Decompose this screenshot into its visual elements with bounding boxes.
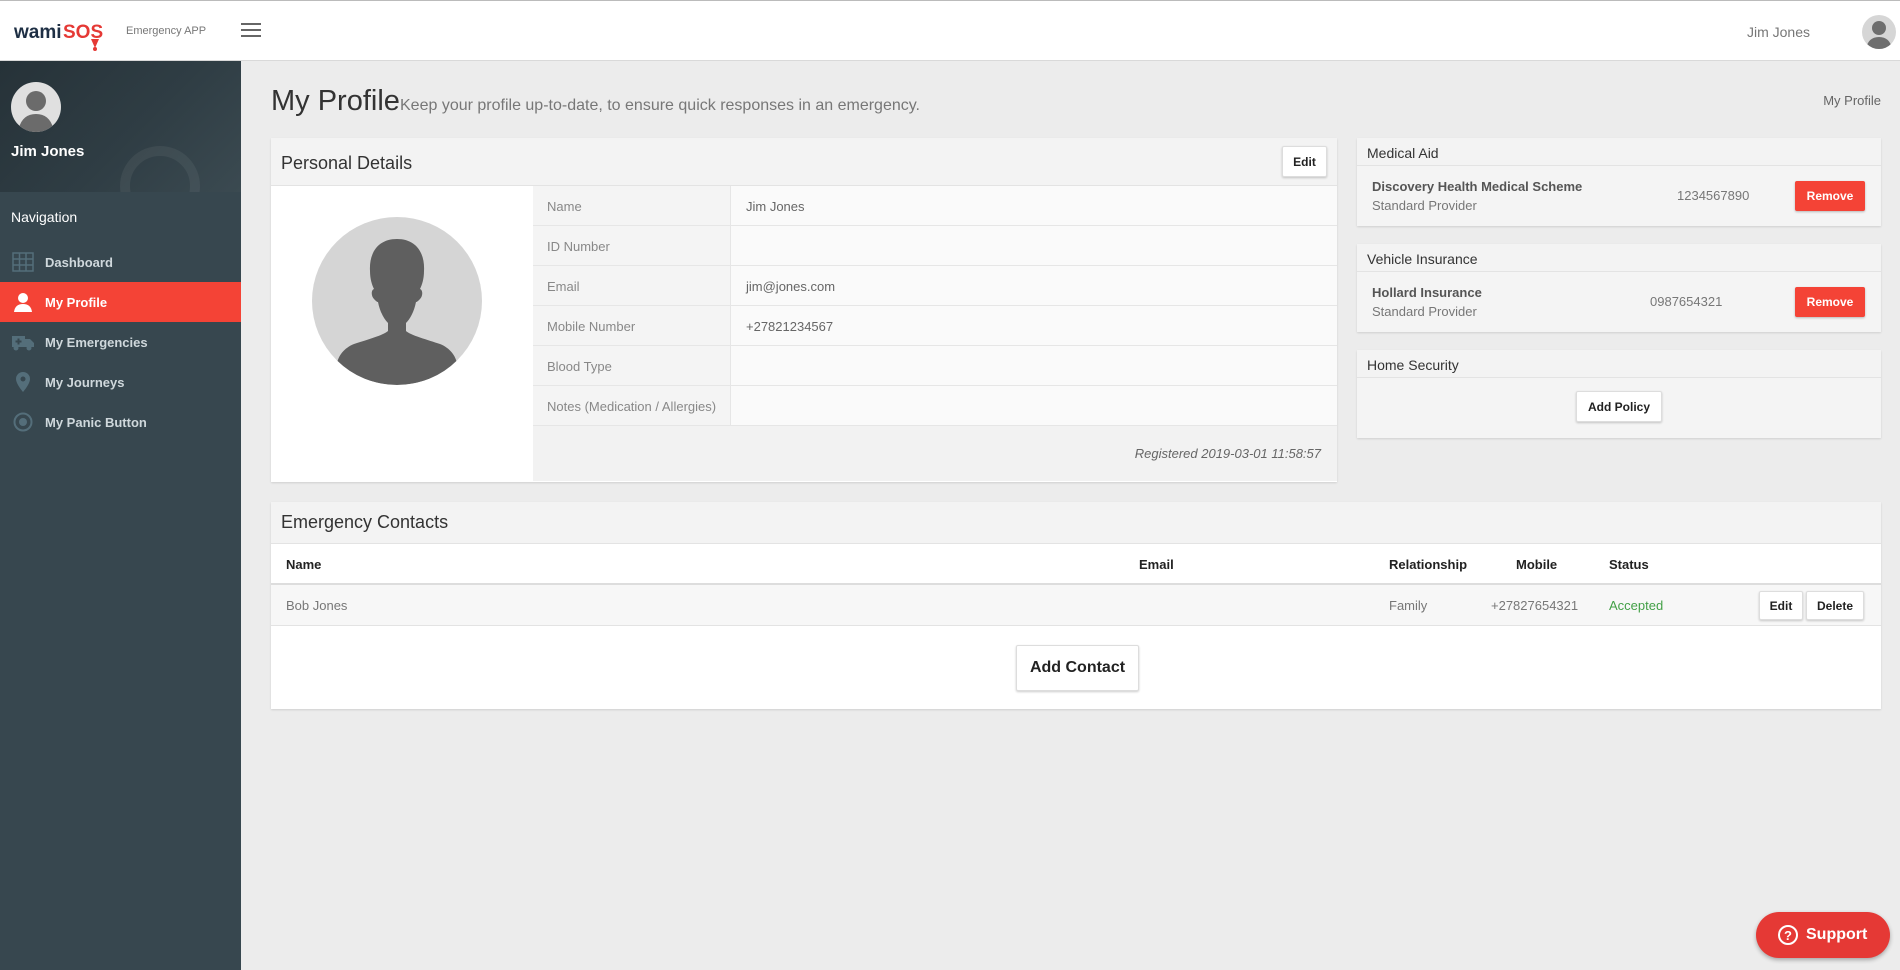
- detail-label: Blood Type: [533, 346, 731, 385]
- detail-row-email: Email jim@jones.com: [533, 266, 1337, 306]
- sidebar-item-label: My Emergencies: [45, 334, 148, 350]
- detail-value: [731, 346, 1337, 385]
- medical-aid-header: Medical Aid: [1357, 138, 1881, 166]
- policy-provider: Standard Provider: [1372, 304, 1477, 319]
- edit-profile-button[interactable]: Edit: [1282, 146, 1327, 177]
- support-label: Support: [1806, 926, 1868, 943]
- detail-row-id-number: ID Number: [533, 226, 1337, 266]
- svg-text:wami: wami: [14, 22, 62, 43]
- sidebar-user-name: Jim Jones: [11, 143, 85, 160]
- sidebar-item-label: My Panic Button: [45, 414, 147, 430]
- detail-row-blood-type: Blood Type: [533, 346, 1337, 386]
- vehicle-insurance-card: Vehicle Insurance Hollard Insurance Stan…: [1357, 244, 1881, 332]
- policy-provider: Standard Provider: [1372, 198, 1477, 213]
- column-email[interactable]: Email: [1139, 557, 1174, 572]
- policy-name: Discovery Health Medical Scheme: [1372, 179, 1583, 194]
- home-security-body: Add Policy: [1357, 378, 1881, 438]
- personal-details-title: Personal Details: [281, 153, 413, 173]
- remove-medical-aid-button[interactable]: Remove: [1795, 181, 1865, 211]
- column-relationship[interactable]: Relationship: [1389, 557, 1467, 572]
- top-avatar[interactable]: [1862, 15, 1896, 49]
- delete-contact-button[interactable]: Delete: [1806, 591, 1864, 620]
- vehicle-insurance-policy: Hollard Insurance Standard Provider 0987…: [1357, 272, 1881, 332]
- column-mobile[interactable]: Mobile: [1516, 557, 1557, 572]
- table-row: Bob Jones Family +27827654321 Accepted E…: [271, 585, 1881, 626]
- sidebar-profile-header: Jim Jones: [0, 61, 241, 192]
- sidebar-item-my-panic-button[interactable]: My Panic Button: [0, 402, 241, 442]
- home-security-title: Home Security: [1367, 357, 1459, 373]
- emergency-contacts-header: Emergency Contacts: [271, 502, 1881, 544]
- grid-icon: [12, 252, 34, 272]
- add-policy-button[interactable]: Add Policy: [1576, 391, 1662, 422]
- column-status[interactable]: Status: [1609, 557, 1649, 572]
- policy-number: 0987654321: [1650, 294, 1723, 309]
- sidebar-item-label: My Journeys: [45, 374, 125, 390]
- main-content: My Profile Keep your profile up-to-date,…: [241, 61, 1900, 970]
- top-user-name[interactable]: Jim Jones: [1747, 24, 1810, 40]
- detail-value: +27821234567: [731, 306, 1337, 345]
- detail-label: Name: [533, 186, 731, 225]
- policy-number: 1234567890: [1677, 188, 1750, 203]
- target-icon: [13, 412, 33, 432]
- remove-vehicle-insurance-button[interactable]: Remove: [1795, 287, 1865, 317]
- sidebar: Jim Jones Navigation Dashboard My Profil…: [0, 61, 241, 970]
- help-icon: ?: [1778, 925, 1798, 945]
- status-badge: Accepted: [1609, 598, 1664, 613]
- sidebar-item-my-journeys[interactable]: My Journeys: [0, 362, 241, 402]
- app-subtitle: Emergency APP: [126, 25, 207, 37]
- detail-row-mobile-number: Mobile Number +27821234567: [533, 306, 1337, 346]
- vehicle-insurance-header: Vehicle Insurance: [1357, 244, 1881, 272]
- detail-value: [731, 386, 1337, 425]
- home-security-header: Home Security: [1357, 350, 1881, 378]
- edit-contact-button[interactable]: Edit: [1759, 591, 1803, 620]
- wamisos-logo[interactable]: wami SOS: [14, 15, 116, 53]
- emergency-contacts-title: Emergency Contacts: [281, 512, 449, 532]
- sidebar-item-my-profile[interactable]: My Profile: [0, 282, 241, 322]
- detail-row-name: Name Jim Jones: [533, 186, 1337, 226]
- contact-name: Bob Jones: [286, 598, 348, 613]
- detail-value: Jim Jones: [731, 186, 1337, 225]
- home-security-card: Home Security Add Policy: [1357, 350, 1881, 438]
- sidebar-avatar[interactable]: [11, 82, 61, 132]
- page-title: My Profile: [271, 85, 400, 117]
- detail-label: Email: [533, 266, 731, 305]
- add-contact-button[interactable]: Add Contact: [1016, 645, 1139, 691]
- medical-aid-title: Medical Aid: [1367, 145, 1439, 161]
- emergency-contacts-card: Emergency Contacts Name Email Relationsh…: [271, 502, 1881, 709]
- support-button[interactable]: ? Support: [1756, 912, 1890, 958]
- profile-photo[interactable]: [312, 217, 482, 385]
- breadcrumb[interactable]: My Profile: [1823, 93, 1881, 108]
- menu-toggle-icon[interactable]: [241, 23, 261, 40]
- nav-title: Navigation: [11, 209, 78, 225]
- sidebar-item-dashboard[interactable]: Dashboard: [0, 242, 241, 282]
- map-pin-icon: [16, 372, 30, 392]
- detail-value: jim@jones.com: [731, 266, 1337, 305]
- detail-value: [731, 226, 1337, 265]
- ambulance-icon: [12, 336, 34, 351]
- sidebar-item-label: My Profile: [45, 294, 108, 310]
- detail-label: Notes (Medication / Allergies): [533, 386, 731, 425]
- policy-name: Hollard Insurance: [1372, 285, 1482, 300]
- page-subtitle: Keep your profile up-to-date, to ensure …: [400, 97, 920, 114]
- medical-aid-card: Medical Aid Discovery Health Medical Sch…: [1357, 138, 1881, 226]
- column-name[interactable]: Name: [286, 557, 321, 572]
- contacts-table-header: Name Email Relationship Mobile Status: [271, 544, 1881, 585]
- user-icon: [14, 293, 32, 312]
- personal-details-header: Personal Details Edit: [271, 138, 1337, 186]
- medical-aid-policy: Discovery Health Medical Scheme Standard…: [1357, 166, 1881, 226]
- detail-row-notes: Notes (Medication / Allergies): [533, 386, 1337, 426]
- personal-details-card: Personal Details Edit Name Jim Jones ID …: [271, 138, 1337, 482]
- contact-relationship: Family: [1389, 598, 1428, 613]
- personal-details-table: Name Jim Jones ID Number Email jim@jones…: [533, 186, 1337, 481]
- profile-photo-panel: [271, 186, 533, 482]
- sidebar-item-label: Dashboard: [45, 254, 113, 270]
- vehicle-insurance-title: Vehicle Insurance: [1367, 251, 1478, 267]
- sidebar-item-my-emergencies[interactable]: My Emergencies: [0, 322, 241, 362]
- detail-label: Mobile Number: [533, 306, 731, 345]
- contact-mobile: +27827654321: [1491, 598, 1579, 613]
- detail-label: ID Number: [533, 226, 731, 265]
- registered-date: Registered 2019-03-01 11:58:57: [533, 426, 1337, 481]
- top-bar: wami SOS Emergency APP Jim Jones: [0, 0, 1900, 61]
